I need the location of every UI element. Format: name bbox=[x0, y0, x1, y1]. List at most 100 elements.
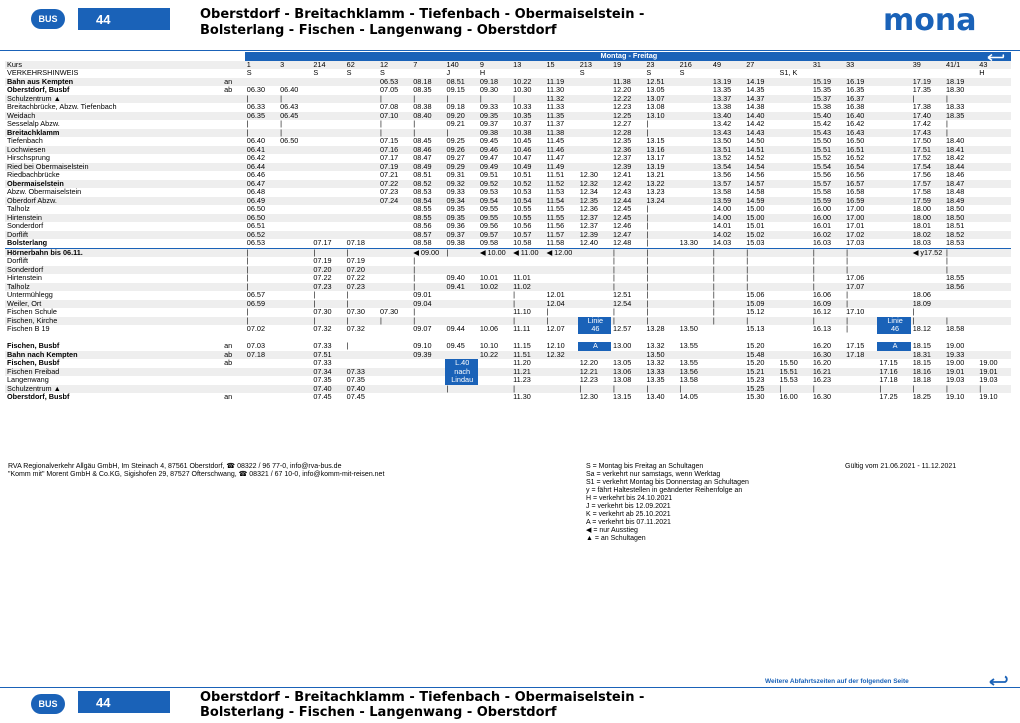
arr-dep-marker bbox=[222, 179, 245, 188]
time-cell bbox=[477, 384, 512, 393]
time-cell: 07.18 bbox=[346, 239, 365, 248]
time-cell bbox=[578, 308, 611, 317]
time-cell bbox=[977, 274, 1011, 283]
time-cell: 15.23 bbox=[746, 376, 765, 385]
time-cell: 18.02 bbox=[910, 230, 944, 239]
time-cell: 12.44 bbox=[611, 196, 645, 205]
time-cell bbox=[377, 350, 412, 359]
time-cell: 06.48 bbox=[246, 188, 266, 197]
time-cell bbox=[710, 367, 745, 376]
time-cell: 18.00 bbox=[912, 205, 931, 214]
time-cell: 12.46 bbox=[613, 222, 632, 231]
time-cell: 09.38 bbox=[446, 239, 465, 248]
time-cell: ◀ 12.00 bbox=[544, 248, 578, 257]
time-cell bbox=[677, 350, 711, 359]
stop-name: Dorflift bbox=[7, 257, 29, 266]
time-cell: | bbox=[910, 94, 944, 103]
time-cell: 17.06 bbox=[846, 274, 865, 283]
time-cell: A bbox=[877, 342, 911, 351]
time-cell bbox=[445, 291, 478, 300]
time-cell bbox=[345, 188, 378, 197]
time-cell bbox=[778, 291, 811, 300]
time-cell bbox=[278, 367, 312, 376]
time-cell: 07.30 bbox=[313, 308, 332, 317]
time-cell bbox=[877, 299, 911, 308]
time-cell bbox=[911, 274, 944, 283]
time-cell: 11.56 bbox=[546, 222, 565, 231]
time-cell bbox=[877, 179, 911, 188]
next-page-link[interactable]: Weitere Abfahrtszeiten auf der folgenden… bbox=[765, 678, 909, 685]
time-cell: 15.20 bbox=[746, 359, 765, 368]
time-cell: 13.51 bbox=[710, 145, 745, 154]
time-cell: 11.46 bbox=[544, 145, 578, 154]
time-cell: 08.51 bbox=[413, 171, 432, 180]
time-cell bbox=[777, 265, 811, 274]
time-cell: 09.07 bbox=[413, 325, 432, 334]
time-cell: 07.19 bbox=[346, 257, 365, 266]
trip-number: 19 bbox=[611, 60, 645, 69]
time-cell: 08.57 bbox=[411, 230, 445, 239]
time-cell bbox=[344, 94, 378, 103]
time-cell bbox=[777, 213, 811, 222]
time-cell bbox=[344, 111, 378, 120]
time-cell bbox=[278, 274, 311, 283]
time-cell: 10.35 bbox=[511, 111, 545, 120]
time-cell: 07.32 bbox=[313, 325, 332, 334]
time-cell: 12.07 bbox=[546, 325, 565, 334]
time-cell: | bbox=[313, 291, 316, 300]
time-cell bbox=[278, 239, 311, 248]
time-cell: 15.48 bbox=[744, 350, 778, 359]
time-cell bbox=[345, 359, 378, 368]
time-cell: 07.19 bbox=[377, 162, 412, 171]
time-cell bbox=[877, 222, 910, 231]
time-cell bbox=[711, 359, 744, 368]
time-cell: 17.35 bbox=[912, 86, 931, 95]
time-cell: 09.25 bbox=[446, 137, 465, 146]
time-cell: 11.51 bbox=[546, 171, 565, 180]
time-cell: 10.10 bbox=[479, 342, 499, 351]
trip-number: 13 bbox=[511, 60, 545, 69]
table-row: Bahn nach Kempten ab 07.18 07.51 09.39 10.22 1… bbox=[5, 350, 1011, 359]
time-cell: 19.10 bbox=[979, 393, 998, 402]
time-cell bbox=[344, 196, 378, 205]
stop-name: Obermaiselstein bbox=[5, 179, 223, 188]
time-cell: 19.00 bbox=[946, 359, 965, 368]
time-cell: 12.34 bbox=[579, 188, 598, 197]
time-cell: 13.58 bbox=[712, 188, 732, 197]
time-cell: 11.15 bbox=[513, 342, 531, 351]
time-cell: | bbox=[377, 128, 412, 137]
time-cell bbox=[877, 103, 910, 112]
time-cell: 19.03 bbox=[946, 376, 965, 385]
time-cell: | bbox=[846, 257, 849, 266]
time-cell bbox=[877, 274, 910, 283]
time-cell: 16.21 bbox=[810, 367, 845, 376]
arr-dep-marker: an bbox=[224, 393, 233, 402]
time-cell: | bbox=[710, 316, 745, 325]
time-cell bbox=[577, 265, 612, 274]
stop-name: Breitachklamm bbox=[5, 128, 223, 137]
time-cell: 09.01 bbox=[413, 291, 432, 300]
time-cell: 17.58 bbox=[912, 188, 931, 197]
time-cell: | bbox=[379, 120, 382, 129]
time-cell bbox=[444, 350, 478, 359]
stop-name: Bahn aus Kempten bbox=[5, 77, 223, 86]
time-cell: 09.55 bbox=[477, 213, 512, 222]
table-row: Lochwiesen 06.41 07.16 08.46 09.26 09.46 10.46… bbox=[5, 145, 1011, 154]
time-cell bbox=[311, 120, 344, 129]
table-row: Bahn aus Kempten an 06.53 08.18 08.51 09.18 10… bbox=[5, 77, 1011, 86]
trip-number: 214 bbox=[311, 60, 345, 69]
time-cell bbox=[544, 282, 578, 291]
time-cell bbox=[278, 230, 312, 239]
time-cell: 13.32 bbox=[646, 342, 665, 351]
time-cell: 16.20 bbox=[812, 359, 832, 368]
time-cell: 14.37 bbox=[744, 94, 778, 103]
time-cell: | bbox=[444, 128, 478, 137]
time-cell: 12.45 bbox=[611, 213, 645, 222]
time-cell bbox=[678, 274, 711, 283]
time-cell bbox=[977, 103, 1011, 112]
time-cell: | bbox=[812, 274, 815, 283]
time-cell: | bbox=[644, 384, 678, 393]
time-cell: 10.01 bbox=[479, 274, 499, 283]
trip-note bbox=[844, 69, 877, 78]
time-cell: 09.04 bbox=[411, 299, 445, 308]
